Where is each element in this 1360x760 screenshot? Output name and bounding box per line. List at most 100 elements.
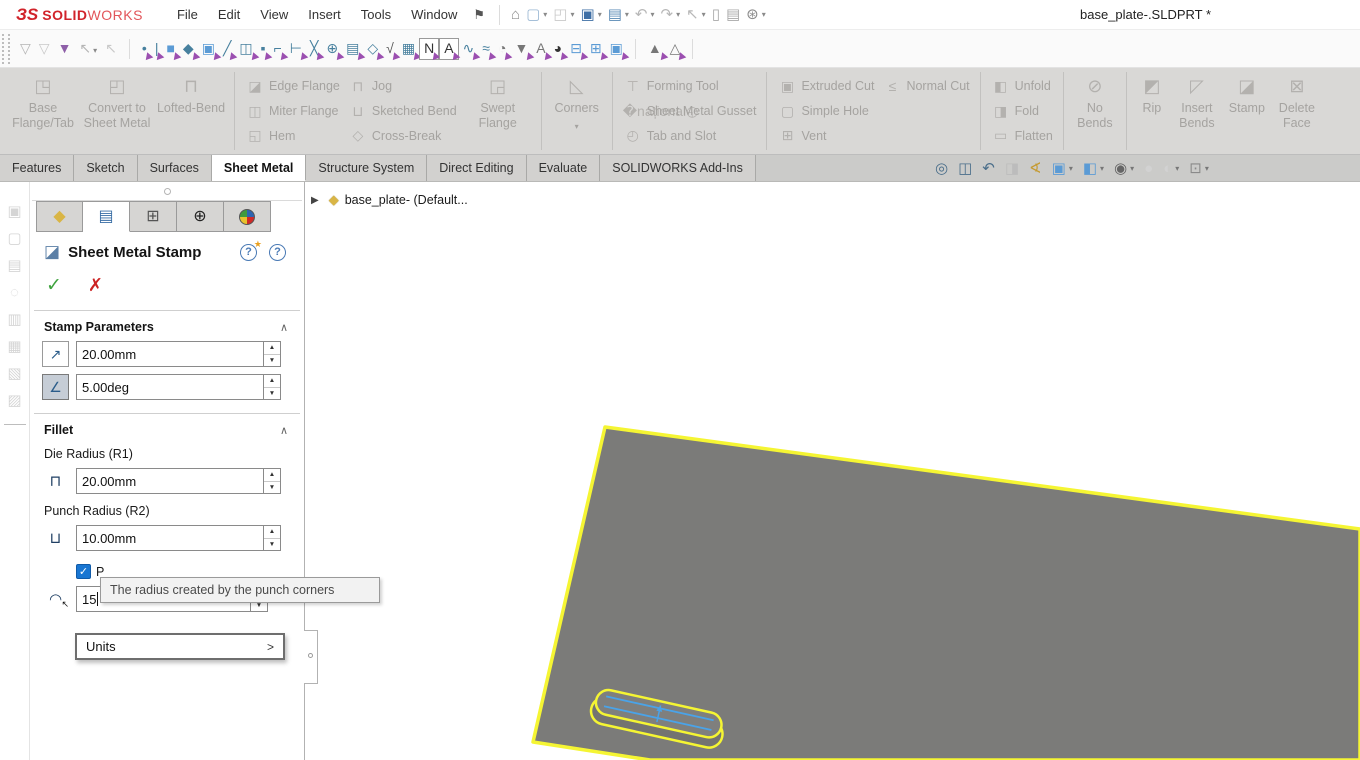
lock-icon[interactable]: ▣ <box>7 198 21 225</box>
menu-edit[interactable]: Edit <box>208 3 250 26</box>
ribbon-button-unfold[interactable]: ◧Unfold <box>991 74 1053 99</box>
spell-check-icon[interactable]: A <box>439 38 458 60</box>
ribbon-button-delete-face[interactable]: ⊠ Delete Face <box>1271 72 1323 150</box>
tab-solidworks-add-ins[interactable]: SOLIDWORKS Add-Ins <box>600 155 756 181</box>
tab-sheet-metal[interactable]: Sheet Metal <box>212 155 306 181</box>
ribbon-button-miter-flange[interactable]: ◫Miter Flange <box>245 99 340 124</box>
open-document-icon[interactable]: ◰▾ <box>550 5 577 24</box>
ribbon-button-edge-flange[interactable]: ◪Edge Flange <box>245 74 340 99</box>
sketch-rectangle-icon[interactable]: ■ <box>162 39 178 59</box>
zoom-to-selection-icon[interactable]: N <box>419 38 439 60</box>
cancel-x-button[interactable]: ✗ <box>88 275 103 296</box>
equation-icon[interactable]: √ <box>382 39 398 59</box>
walkthrough-icon[interactable]: ▲ <box>644 39 666 59</box>
die-radius-input[interactable] <box>77 469 263 493</box>
zoom-fit-icon[interactable]: ◎ <box>930 159 953 178</box>
toolbar-grip-handle[interactable] <box>2 34 10 64</box>
tab-sketch[interactable]: Sketch <box>74 155 137 181</box>
punch-fillet-checkbox[interactable]: ✓ <box>76 564 91 579</box>
dropdown-caret-icon[interactable]: ▾ <box>650 10 654 19</box>
centerline-icon[interactable]: ╱ <box>219 39 235 59</box>
mirror-icon[interactable]: ◫ <box>235 39 256 59</box>
menu-file[interactable]: File <box>167 3 208 26</box>
spin-down-icon[interactable]: ▼ <box>264 482 280 494</box>
select-icon[interactable]: ↖▾ <box>683 5 709 24</box>
graphics-viewport[interactable]: ▶ ◆ base_plate- (Default... <box>305 182 1360 760</box>
save-icon[interactable]: ▣▾ <box>578 5 605 24</box>
ribbon-button-extruded-cut[interactable]: ▣Extruded Cut <box>777 74 874 99</box>
apply-scene-icon[interactable]: ◐▾ <box>1158 159 1184 178</box>
whats-new-help-icon[interactable]: ?★ <box>240 244 257 261</box>
select-lasso-icon[interactable]: ↖ <box>101 39 121 59</box>
hide-show-items-icon[interactable]: ◉▾ <box>1109 159 1139 178</box>
dropdown-caret-icon[interactable]: ▾ <box>676 10 680 19</box>
help-icon[interactable]: ? <box>269 244 286 261</box>
magnifier-icon[interactable]: ◔ <box>494 39 510 59</box>
node-expand-icon[interactable]: ⊞ <box>586 39 606 59</box>
smart-dimension-icon[interactable]: ⊢ <box>286 39 306 59</box>
select-cursor-icon[interactable]: ↖▾ <box>75 39 101 59</box>
view-orientation-icon[interactable]: ▣▾ <box>1047 159 1078 178</box>
screen-capture-icon[interactable]: ▣ <box>606 39 627 59</box>
spin-down-icon[interactable]: ▼ <box>264 539 280 551</box>
extrude-cube-icon[interactable]: ▣ <box>198 39 219 59</box>
ribbon-button-sheet-metal-gusset[interactable]: �național◵Sheet Metal Gusset <box>623 99 757 124</box>
ok-check-button[interactable]: ✓ <box>46 274 62 297</box>
angle-input[interactable] <box>77 375 263 399</box>
ribbon-button-stamp[interactable]: ◪ Stamp <box>1223 72 1271 150</box>
ribbon-button-sketched-bend[interactable]: ⊔Sketched Bend <box>348 99 457 124</box>
stamp-angle-icon[interactable]: ∠ <box>42 374 69 400</box>
ribbon-button-normal-cut[interactable]: ≤Normal Cut <box>882 74 969 99</box>
part-disabled-icon[interactable]: ▨ <box>7 387 21 414</box>
collapse-chevron-icon[interactable]: ∧ <box>280 321 288 334</box>
dropdown-caret-icon[interactable]: ▾ <box>1130 164 1134 173</box>
mass-properties-icon[interactable]: ◕ <box>550 39 566 59</box>
units-menu-item[interactable]: Units > <box>75 633 285 660</box>
stamp-depth-icon[interactable]: ↗ <box>42 341 69 367</box>
model-scene[interactable] <box>305 182 1360 760</box>
dropdown-caret-icon[interactable]: ▾ <box>625 10 629 19</box>
ribbon-button-convert-to-sheet-metal[interactable]: ◰ Convert to Sheet Metal <box>80 72 154 150</box>
search-magnifier-icon[interactable]: ◌ <box>10 279 19 306</box>
ribbon-button-simple-hole[interactable]: ▢Simple Hole <box>777 99 874 124</box>
ribbon-button-hem[interactable]: ◱Hem <box>245 123 340 148</box>
spin-down-icon[interactable]: ▼ <box>264 355 280 367</box>
filter-icon[interactable]: ▽ <box>16 39 35 59</box>
dropdown-caret-icon[interactable]: ▾ <box>1205 164 1209 173</box>
previous-view-icon[interactable]: ↶ <box>977 159 1000 178</box>
spin-up-icon[interactable]: ▲ <box>264 375 280 388</box>
ribbon-button-flatten[interactable]: ▭Flatten <box>991 123 1053 148</box>
punch-radius-input[interactable] <box>77 526 263 550</box>
zoom-area-icon[interactable]: ◫ <box>953 159 977 178</box>
expand-arrow-icon[interactable]: ▶ <box>311 195 319 206</box>
panel-resize-handle[interactable] <box>164 188 171 195</box>
depth-input[interactable] <box>77 342 263 366</box>
dropdown-caret-icon[interactable]: ▾ <box>598 10 602 19</box>
dropdown-caret-icon[interactable]: ▾ <box>543 10 547 19</box>
walkthrough-record-icon[interactable]: △ <box>666 39 685 59</box>
redo-icon[interactable]: ↷▾ <box>658 5 684 24</box>
ribbon-button-base-flange-tab[interactable]: ◳ Base Flange/Tab <box>6 72 80 150</box>
dropdown-caret-icon[interactable]: ▾ <box>1175 164 1179 173</box>
ribbon-button-corners[interactable]: ◺ Corners ▾ <box>548 72 606 150</box>
clamp-icon[interactable]: ▼ <box>510 39 532 59</box>
point-square-icon[interactable]: ▪ <box>257 39 270 59</box>
tab-dimxpert-manager[interactable]: ⊕ <box>177 201 224 232</box>
menu-insert[interactable]: Insert <box>298 3 351 26</box>
spin-down-icon[interactable]: ▼ <box>264 388 280 400</box>
edit-appearance-icon[interactable]: ● <box>1139 159 1158 178</box>
properties-icon[interactable]: ▤ <box>723 5 743 24</box>
magnet-icon[interactable]: ▯ <box>709 5 723 24</box>
spline-icon[interactable]: ∿ <box>459 39 479 59</box>
tab-property-manager[interactable]: ▤ <box>83 201 130 232</box>
loft-icon[interactable]: ◆ <box>179 39 198 59</box>
sketch-point-icon[interactable]: • <box>138 39 151 59</box>
ribbon-button-cross-break[interactable]: ◇Cross-Break <box>348 123 457 148</box>
dropdown-caret-icon[interactable]: ▾ <box>1069 164 1073 173</box>
document-export-icon[interactable]: ▦ <box>7 333 21 360</box>
origin-icon[interactable]: ⊕ <box>322 39 342 59</box>
dropdown-caret-icon[interactable]: ▾ <box>93 46 97 55</box>
menu-pin-icon[interactable]: ⚑ <box>473 7 485 23</box>
menu-view[interactable]: View <box>250 3 298 26</box>
undo-icon[interactable]: ↶▾ <box>632 5 658 24</box>
